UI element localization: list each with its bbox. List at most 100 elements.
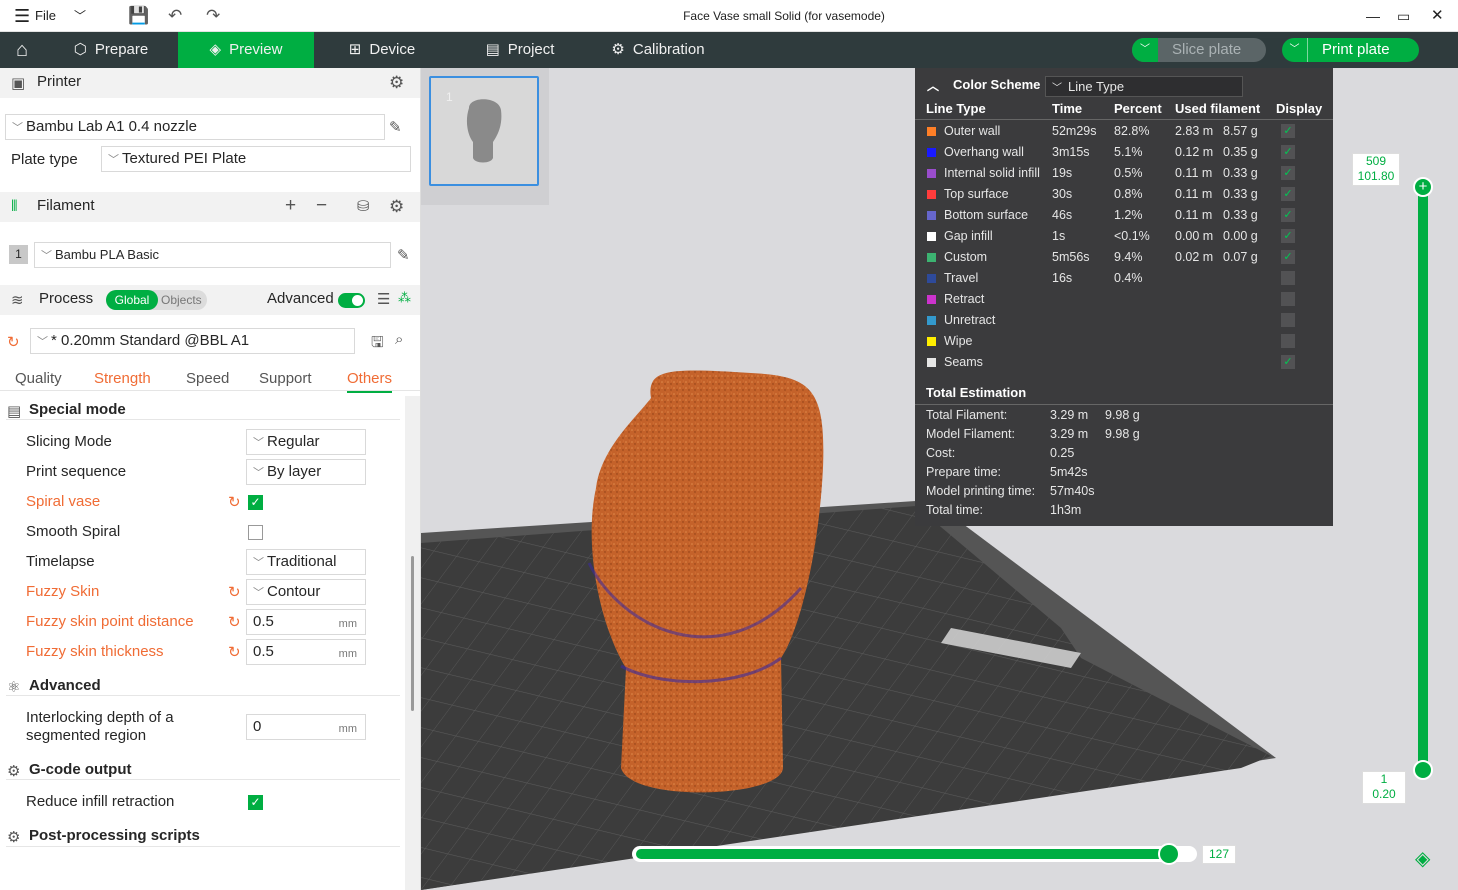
tab-support[interactable]: Support — [259, 370, 312, 387]
total-row: Cost: 0.25 — [926, 446, 1075, 460]
print-plate-button[interactable]: ﹀ Print plate — [1282, 38, 1419, 62]
list-icon[interactable]: ☰ — [377, 290, 390, 308]
bottom-layer-handle[interactable] — [1413, 760, 1433, 780]
tab-strength[interactable]: Strength — [94, 370, 151, 387]
display-checkbox[interactable]: ✓ — [1281, 208, 1295, 222]
layer-slider[interactable]: + — [1413, 177, 1433, 780]
tab-prepare[interactable]: ⬡ Prepare — [44, 32, 178, 68]
spiral-vase-checkbox[interactable]: ✓ — [248, 495, 263, 510]
color-swatch — [927, 337, 936, 346]
edit-icon[interactable]: ✎ — [389, 118, 402, 136]
sidebar-scrollbar[interactable] — [405, 396, 420, 890]
fuzzy-skin-select[interactable]: ﹀ Contour — [246, 579, 366, 605]
sync-icon[interactable]: ⛁ — [357, 197, 370, 215]
color-swatch — [927, 316, 936, 325]
layers-icon[interactable]: ◈ — [1415, 846, 1430, 871]
legend-row: Gap infill 1s <0.1% 0.00 m 0.00 g ✓ — [915, 226, 1333, 247]
interlocking-depth-input[interactable]: 0 mm — [246, 714, 366, 740]
reset-icon[interactable]: ↻ — [228, 493, 241, 511]
display-checkbox[interactable]: ✓ — [1281, 124, 1295, 138]
tab-quality[interactable]: Quality — [15, 370, 62, 387]
top-layer-handle[interactable]: + — [1413, 177, 1433, 197]
smooth-spiral-checkbox[interactable] — [248, 525, 263, 540]
process-preset-select[interactable]: ﹀ * 0.20mm Standard @BBL A1 — [30, 328, 355, 354]
fuzzy-thickness-input[interactable]: 0.5 mm — [246, 639, 366, 665]
legend-row: Seams ✓ — [915, 352, 1333, 373]
gear-icon: ⚙ — [7, 829, 21, 846]
advanced-toggle[interactable] — [338, 293, 365, 308]
title-bar: ☰ File ﹀ 💾 ↶ ↷ Face Vase small Solid (fo… — [0, 0, 1458, 32]
process-icon: ≋ — [11, 292, 24, 309]
gear-icon[interactable]: ⚙ — [389, 73, 404, 93]
display-checkbox[interactable]: ✓ — [1281, 250, 1295, 264]
tab-speed[interactable]: Speed — [186, 370, 229, 387]
legend-row: Outer wall 52m29s 82.8% 2.83 m 8.57 g ✓ — [915, 121, 1333, 142]
color-swatch — [927, 274, 936, 283]
move-slider[interactable] — [632, 843, 1197, 865]
filament-icon: ⦀ — [11, 198, 18, 215]
minimize-icon[interactable]: — — [1366, 0, 1380, 32]
filament-section: ⦀ Filament + − ⛁ ⚙ — [0, 192, 420, 222]
remove-icon[interactable]: − — [316, 195, 327, 217]
edit-icon[interactable]: ✎ — [397, 246, 410, 264]
color-scheme-select[interactable]: ﹀ Line Type — [1045, 76, 1243, 97]
reset-icon[interactable]: ↻ — [228, 583, 241, 601]
legend-row: Overhang wall 3m15s 5.1% 0.12 m 0.35 g ✓ — [915, 142, 1333, 163]
display-checkbox[interactable]: ✓ — [1281, 145, 1295, 159]
layers-icon: ◈ — [209, 41, 222, 58]
slice-plate-button[interactable]: ﹀ Slice plate — [1132, 38, 1266, 62]
fuzzy-point-distance-input[interactable]: 0.5 mm — [246, 609, 366, 635]
grid-icon[interactable]: ⁂ — [398, 290, 411, 306]
display-checkbox[interactable]: ✓ — [1281, 187, 1295, 201]
chevron-down-icon[interactable]: ﹀ — [1282, 38, 1308, 62]
reduce-retraction-checkbox[interactable]: ✓ — [248, 795, 263, 810]
home-icon[interactable]: ⌂ — [0, 32, 44, 68]
special-mode-icon: ▤ — [7, 403, 22, 420]
close-icon[interactable]: ✕ — [1431, 0, 1444, 32]
total-row: Total time: 1h3m — [926, 503, 1082, 517]
display-checkbox[interactable] — [1281, 334, 1295, 348]
top-navigation: ⌂ ⬡ Prepare ◈ Preview ⊞ Device ▤ Project ⚙ Ca… — [0, 32, 1458, 68]
chevron-down-icon[interactable]: ﹀ — [1132, 38, 1158, 62]
total-row: Total Filament: 3.29 m 9.98 g — [926, 408, 1140, 422]
tab-project[interactable]: ▤ Project — [468, 32, 572, 68]
printer-select[interactable]: ﹀ Bambu Lab A1 0.4 nozzle — [5, 114, 385, 140]
filament-slot[interactable]: 1 — [9, 245, 28, 264]
add-icon[interactable]: + — [285, 195, 296, 217]
gcode-output-heading: G-code output — [29, 761, 132, 778]
cube-icon: ⬡ — [73, 41, 87, 58]
color-swatch — [927, 211, 936, 220]
tab-calibration[interactable]: ⚙ Calibration — [596, 32, 720, 68]
tab-preview[interactable]: ◈ Preview — [178, 32, 314, 68]
reset-icon[interactable]: ↻ — [228, 613, 241, 631]
printer-section: ▣ Printer ⚙ — [0, 68, 420, 98]
plate-thumbnail[interactable]: 1 — [429, 76, 539, 186]
display-checkbox[interactable]: ✓ — [1281, 229, 1295, 243]
move-slider-handle[interactable] — [1158, 843, 1180, 865]
display-checkbox[interactable] — [1281, 313, 1295, 327]
display-checkbox[interactable] — [1281, 292, 1295, 306]
global-objects-toggle[interactable]: Global Objects — [106, 290, 207, 310]
gear-icon[interactable]: ⚙ — [389, 197, 404, 217]
plate-type-select[interactable]: ﹀ Textured PEI Plate — [101, 146, 411, 172]
post-processing-heading: Post-processing scripts — [29, 827, 200, 844]
print-sequence-select[interactable]: ﹀ By layer — [246, 459, 366, 485]
save-icon[interactable]: 🖫 — [371, 332, 384, 357]
display-checkbox[interactable] — [1281, 271, 1295, 285]
timelapse-select[interactable]: ﹀ Traditional — [246, 549, 366, 575]
color-swatch — [927, 253, 936, 262]
search-icon[interactable]: ⌕ — [395, 331, 403, 348]
collapse-icon[interactable]: ︿ — [927, 77, 939, 94]
tab-others[interactable]: Others — [347, 370, 393, 393]
display-checkbox[interactable]: ✓ — [1281, 355, 1295, 369]
display-checkbox[interactable]: ✓ — [1281, 166, 1295, 180]
total-row: Model printing time: 57m40s — [926, 484, 1095, 498]
process-tabs: Quality Strength Speed Support Others — [0, 361, 420, 393]
reset-icon[interactable]: ↻ — [228, 643, 241, 661]
filament-select[interactable]: ﹀ Bambu PLA Basic — [34, 242, 391, 268]
tab-device[interactable]: ⊞ Device — [330, 32, 434, 68]
slicing-mode-select[interactable]: ﹀ Regular — [246, 429, 366, 455]
reset-icon[interactable]: ↻ — [7, 333, 20, 351]
process-section: ≋ Process Global Objects Advanced ☰ ⁂ — [0, 285, 420, 315]
maximize-icon[interactable]: ▭ — [1397, 0, 1410, 32]
